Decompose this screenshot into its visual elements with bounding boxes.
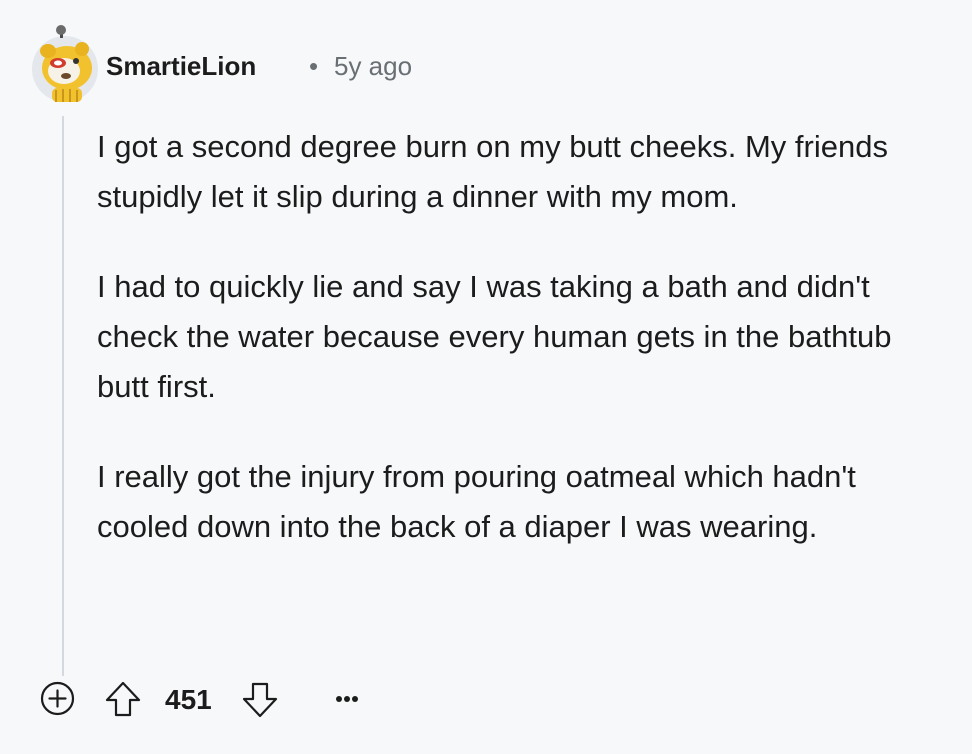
more-options-button[interactable] <box>330 686 364 710</box>
thread-line[interactable] <box>62 116 64 676</box>
downvote-arrow-icon <box>242 682 278 718</box>
expand-thread-button[interactable] <box>40 681 75 716</box>
upvote-arrow-icon <box>105 681 141 717</box>
more-options-icon <box>336 696 358 702</box>
comment-timestamp: 5y ago <box>334 51 413 81</box>
comment-paragraph: I had to quickly lie and say I was takin… <box>97 269 892 404</box>
meta-separator: • <box>309 51 319 81</box>
vote-score: 451 <box>165 684 212 715</box>
lion-avatar-icon <box>32 25 98 102</box>
comment-paragraph: I really got the injury from pouring oat… <box>97 459 856 544</box>
avatar[interactable] <box>28 24 102 104</box>
downvote-button[interactable] <box>241 681 279 719</box>
username-link[interactable]: SmartieLion <box>106 50 256 82</box>
plus-circle-icon <box>40 681 75 716</box>
comment-body: I got a second degree burn on my butt ch… <box>97 122 927 592</box>
upvote-button[interactable] <box>104 680 142 718</box>
comment-paragraph: I got a second degree burn on my butt ch… <box>97 129 888 214</box>
